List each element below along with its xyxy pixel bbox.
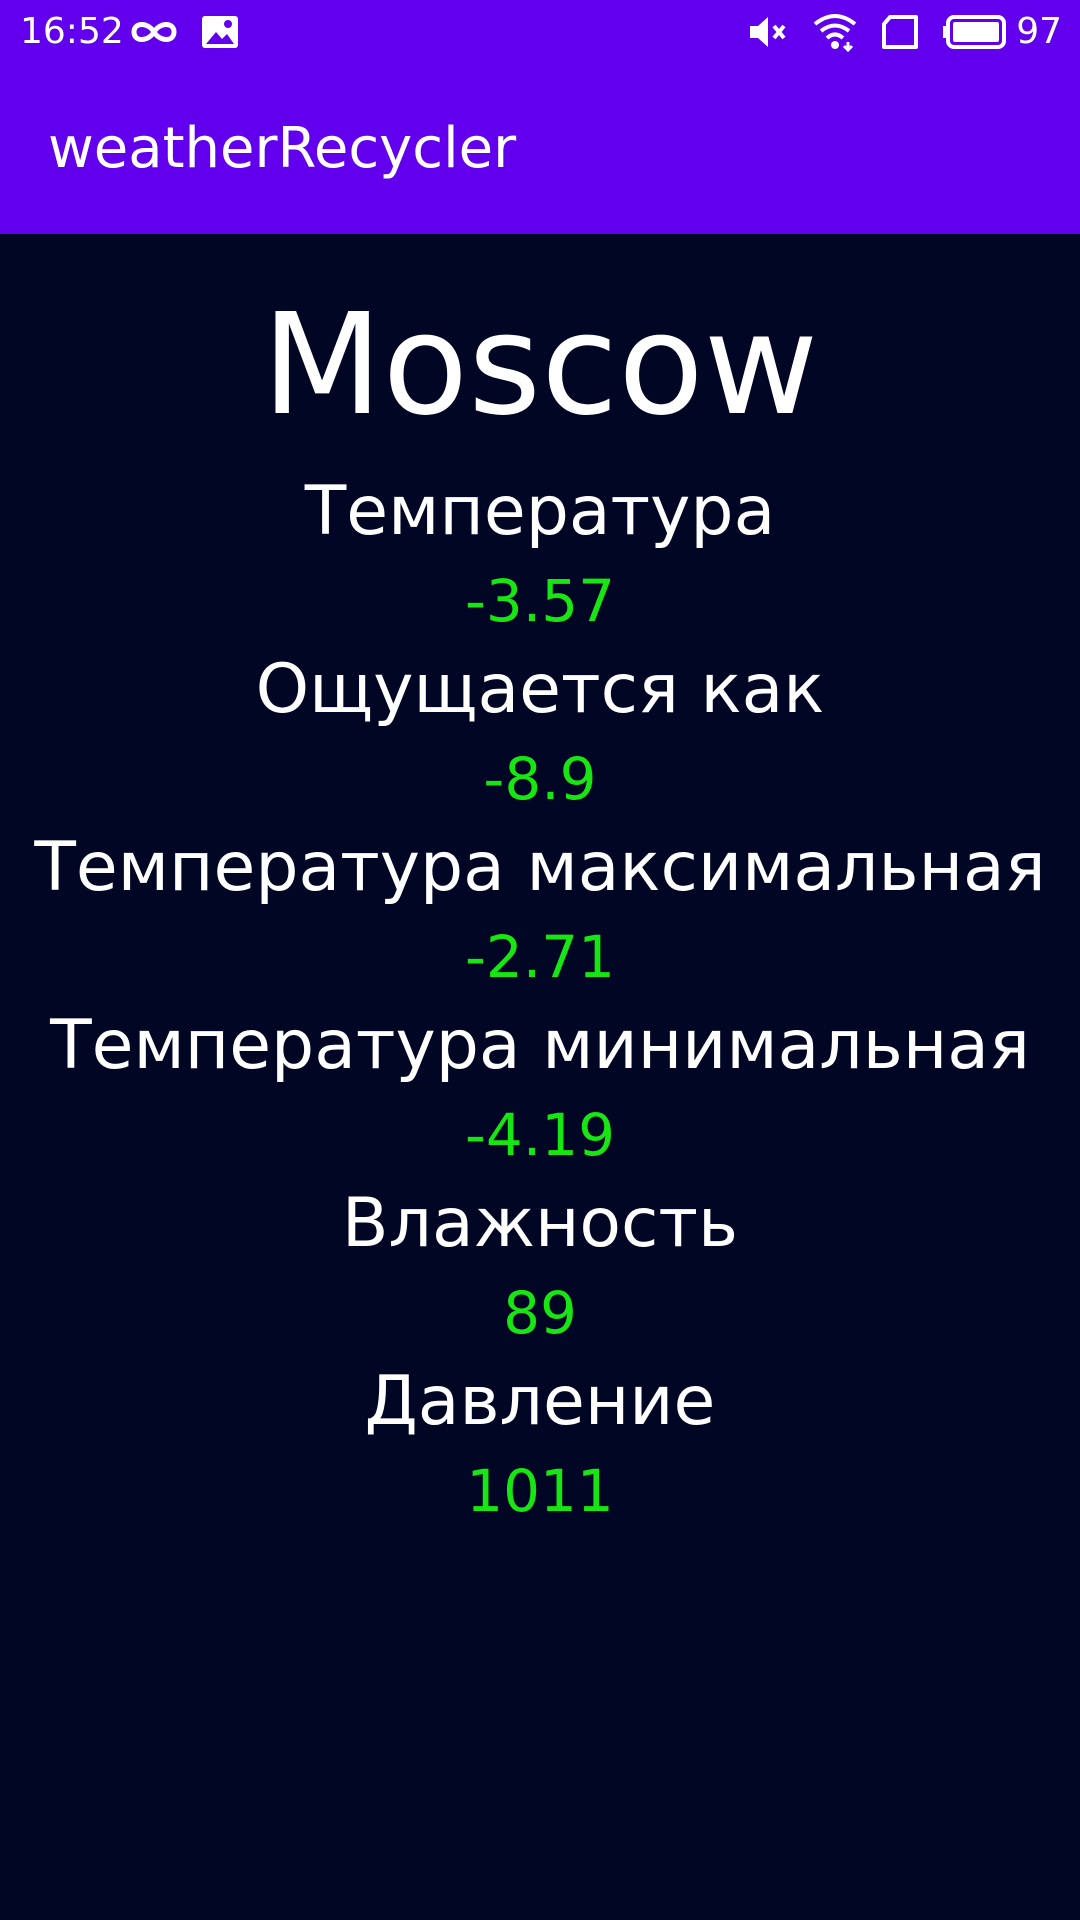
temperature-min-label: Температура минимальная	[50, 1006, 1030, 1085]
temperature-max-label: Температура максимальная	[34, 828, 1046, 907]
humidity-value: 89	[503, 1279, 577, 1347]
status-time: 16:52	[20, 11, 124, 52]
city-name: Moscow	[261, 284, 819, 447]
pressure-value: 1011	[466, 1457, 614, 1525]
temperature-max-value: -2.71	[464, 923, 616, 991]
sim-icon	[880, 14, 920, 50]
status-left-icons	[130, 12, 240, 52]
app-title: weatherRecycler	[48, 116, 517, 181]
feels-like-label: Ощущается как	[255, 650, 825, 729]
image-icon	[200, 14, 240, 50]
infinity-icon	[130, 18, 178, 46]
mute-icon	[746, 13, 790, 51]
app-bar: weatherRecycler	[0, 64, 1080, 234]
humidity-label: Влажность	[341, 1184, 739, 1263]
weather-card: Moscow Температура -3.57 Ощущается как -…	[0, 234, 1080, 1536]
temperature-value: -3.57	[464, 567, 616, 635]
pressure-label: Давление	[364, 1362, 716, 1441]
battery-icon	[942, 14, 1008, 50]
status-right-icons: 97	[746, 12, 1062, 52]
battery-level: 97	[1016, 11, 1062, 52]
feels-like-value: -8.9	[483, 745, 597, 813]
status-bar: 16:52 97	[0, 0, 1080, 64]
temperature-label: Температура	[304, 472, 776, 551]
wifi-icon	[812, 12, 858, 52]
weather-details: Температура -3.57 Ощущается как -8.9 Тем…	[0, 468, 1080, 1536]
temperature-min-value: -4.19	[464, 1101, 616, 1169]
